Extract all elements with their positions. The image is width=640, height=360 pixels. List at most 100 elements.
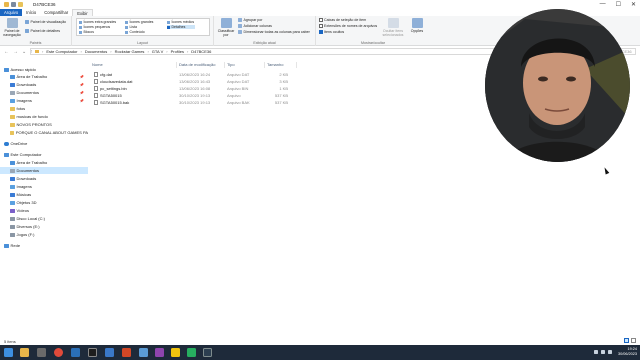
- nav-item-quick-access[interactable]: Acesso rápido: [0, 66, 88, 73]
- item-checkboxes-checkbox[interactable]: [319, 18, 323, 22]
- layout-extra-large-icons[interactable]: Ícones extra grandes: [79, 20, 116, 24]
- nav-item-fotos[interactable]: fotos: [0, 105, 88, 112]
- nav-item-downloads-pinned[interactable]: Downloads 📌: [0, 81, 88, 88]
- app-icon[interactable]: [88, 348, 97, 357]
- nav-item-porque-o-canal[interactable]: PORQUE O CANAL ABOUT GAMES PA: [0, 129, 88, 136]
- nav-item-downloads[interactable]: Downloads: [0, 175, 88, 182]
- minimize-button[interactable]: —: [600, 1, 606, 8]
- keyboard-icon[interactable]: [608, 350, 612, 354]
- layout-details[interactable]: Detalhes: [167, 25, 196, 29]
- details-pane-button[interactable]: Painel de detalhes: [25, 29, 60, 33]
- file-extensions-toggle[interactable]: Extensões de nomes de arquivos: [319, 24, 377, 28]
- column-divider[interactable]: [296, 62, 297, 68]
- task-view-icon[interactable]: [37, 348, 46, 357]
- layout-list[interactable]: Lista: [125, 25, 137, 29]
- item-checkboxes-toggle[interactable]: Caixas de seleção de item: [319, 18, 366, 22]
- hide-selected-button[interactable]: Ocultar itens selecionados: [382, 18, 404, 37]
- properties-icon[interactable]: [11, 2, 16, 7]
- preview-pane-button[interactable]: Painel de visualização: [25, 20, 66, 24]
- nav-item-network[interactable]: Rede: [0, 242, 88, 249]
- layout-medium-icons[interactable]: Ícones médios: [167, 20, 194, 24]
- breadcrumb-item[interactable]: GTA V: [152, 49, 163, 54]
- file-row[interactable]: cfg.dat 13/06/2023 16:24 Arquivo DAT 2 K…: [92, 71, 382, 78]
- details-view-icon[interactable]: [624, 338, 629, 343]
- nav-item-music[interactable]: Músicas: [0, 191, 88, 198]
- options-button[interactable]: Opções: [408, 18, 426, 33]
- chrome-icon[interactable]: [54, 348, 63, 357]
- breadcrumb-item[interactable]: D47BCE36: [191, 49, 211, 54]
- size-columns-button[interactable]: Dimensionar todas as colunas para caber: [238, 30, 310, 34]
- nav-item-novos-prontos[interactable]: NOVOS PRONTOS: [0, 121, 88, 128]
- column-header-type[interactable]: Tipo: [227, 62, 235, 69]
- file-row[interactable]: cloudsavedata.dat 13/06/2023 16:43 Arqui…: [92, 78, 382, 85]
- nav-item-documents-pinned[interactable]: Documentos 📌: [0, 89, 88, 96]
- computer-icon: [4, 152, 9, 157]
- file-row[interactable]: SGTA50015 30/10/2023 19:13 Arquivo 537 K…: [92, 92, 382, 99]
- nav-item-desktop[interactable]: Área de Trabalho: [0, 159, 88, 166]
- sort-by-button[interactable]: Classificar por: [216, 18, 236, 37]
- word-icon[interactable]: [105, 348, 114, 357]
- file-row[interactable]: pc_settings.bin 13/06/2023 16:08 Arquivo…: [92, 85, 382, 92]
- folder-icon: [10, 122, 15, 127]
- settings-icon[interactable]: [203, 348, 212, 357]
- sticky-notes-icon[interactable]: [171, 348, 180, 357]
- column-header-date[interactable]: Data de modificação: [179, 62, 215, 69]
- file-extensions-checkbox[interactable]: [319, 24, 323, 28]
- volume-icon[interactable]: [601, 350, 605, 354]
- tab-share[interactable]: Compartilhar: [40, 9, 72, 16]
- layout-content[interactable]: Conteúdo: [125, 30, 145, 34]
- start-icon[interactable]: [4, 348, 13, 357]
- nav-item-desktop-pinned[interactable]: Área de Trabalho 📌: [0, 73, 88, 80]
- breadcrumb-item[interactable]: Rockstar Games: [115, 49, 145, 54]
- layout-tiles[interactable]: Blocos: [79, 30, 94, 34]
- breadcrumb-item[interactable]: Profiles: [171, 49, 184, 54]
- close-button[interactable]: ✕: [631, 1, 636, 8]
- layout-large-icons[interactable]: Ícones grandes: [125, 20, 153, 24]
- nav-item-diversos-e[interactable]: Diversos (E:): [0, 223, 88, 230]
- paint-icon[interactable]: [139, 348, 148, 357]
- large-icons-view-icon[interactable]: [631, 338, 636, 343]
- navigation-pane-button[interactable]: Painel de navegação: [2, 18, 22, 37]
- powerpoint-icon[interactable]: [122, 348, 131, 357]
- hidden-items-toggle[interactable]: Itens ocultos: [319, 30, 344, 34]
- nav-item-jogos-f[interactable]: Jogos (F:): [0, 231, 88, 238]
- file-explorer-icon[interactable]: [20, 348, 29, 357]
- add-columns-icon: [238, 24, 242, 28]
- clock[interactable]: 19:24 30/06/2023: [618, 347, 637, 357]
- nav-item-onedrive[interactable]: OneDrive: [0, 140, 88, 147]
- maximize-button[interactable]: ☐: [616, 1, 621, 8]
- nav-item-musicas-de-fundo[interactable]: musicas de fundo: [0, 113, 88, 120]
- nav-item-documents[interactable]: Documentos: [0, 167, 88, 174]
- network-icon[interactable]: [594, 350, 598, 354]
- forward-arrow-icon[interactable]: →: [13, 49, 18, 55]
- nav-item-pictures[interactable]: Imagens: [0, 183, 88, 190]
- file-icon: [94, 72, 98, 77]
- nav-item-pictures-pinned[interactable]: Imagens 📌: [0, 97, 88, 104]
- tab-home[interactable]: Início: [22, 9, 40, 16]
- back-arrow-icon[interactable]: ←: [4, 49, 9, 55]
- column-header-name[interactable]: Nome: [92, 62, 103, 69]
- nav-item-videos[interactable]: Vídeos: [0, 207, 88, 214]
- navigation-pane-icon: [6, 18, 18, 28]
- add-columns-button[interactable]: Adicionar colunas: [238, 24, 272, 28]
- new-folder-icon[interactable]: [18, 2, 23, 7]
- chevron-down-icon[interactable]: ⌄: [22, 49, 26, 55]
- column-header-size[interactable]: Tamanho: [267, 62, 283, 69]
- group-by-button[interactable]: Agrupar por: [238, 18, 262, 22]
- column-divider[interactable]: [176, 62, 177, 68]
- steam-icon[interactable]: [71, 348, 80, 357]
- breadcrumb-item[interactable]: Documentos: [85, 49, 107, 54]
- media-icon[interactable]: [155, 348, 164, 357]
- nav-item-local-disk-c[interactable]: Disco Local (C:): [0, 215, 88, 222]
- nav-item-3d-objects[interactable]: Objetos 3D: [0, 199, 88, 206]
- tab-view[interactable]: Exibir: [72, 9, 93, 16]
- file-row[interactable]: SGTA50015.bak 30/10/2023 19:13 Arquivo B…: [92, 99, 382, 106]
- nav-item-this-pc[interactable]: Este Computador: [0, 151, 88, 158]
- tab-file[interactable]: Arquivo: [0, 9, 23, 16]
- layout-small-icons[interactable]: Ícones pequenos: [79, 25, 110, 29]
- column-divider[interactable]: [224, 62, 225, 68]
- column-divider[interactable]: [264, 62, 265, 68]
- hidden-items-checkbox[interactable]: [319, 30, 323, 34]
- breadcrumb-item[interactable]: Este Computador: [46, 49, 77, 54]
- calculator-icon[interactable]: [187, 348, 196, 357]
